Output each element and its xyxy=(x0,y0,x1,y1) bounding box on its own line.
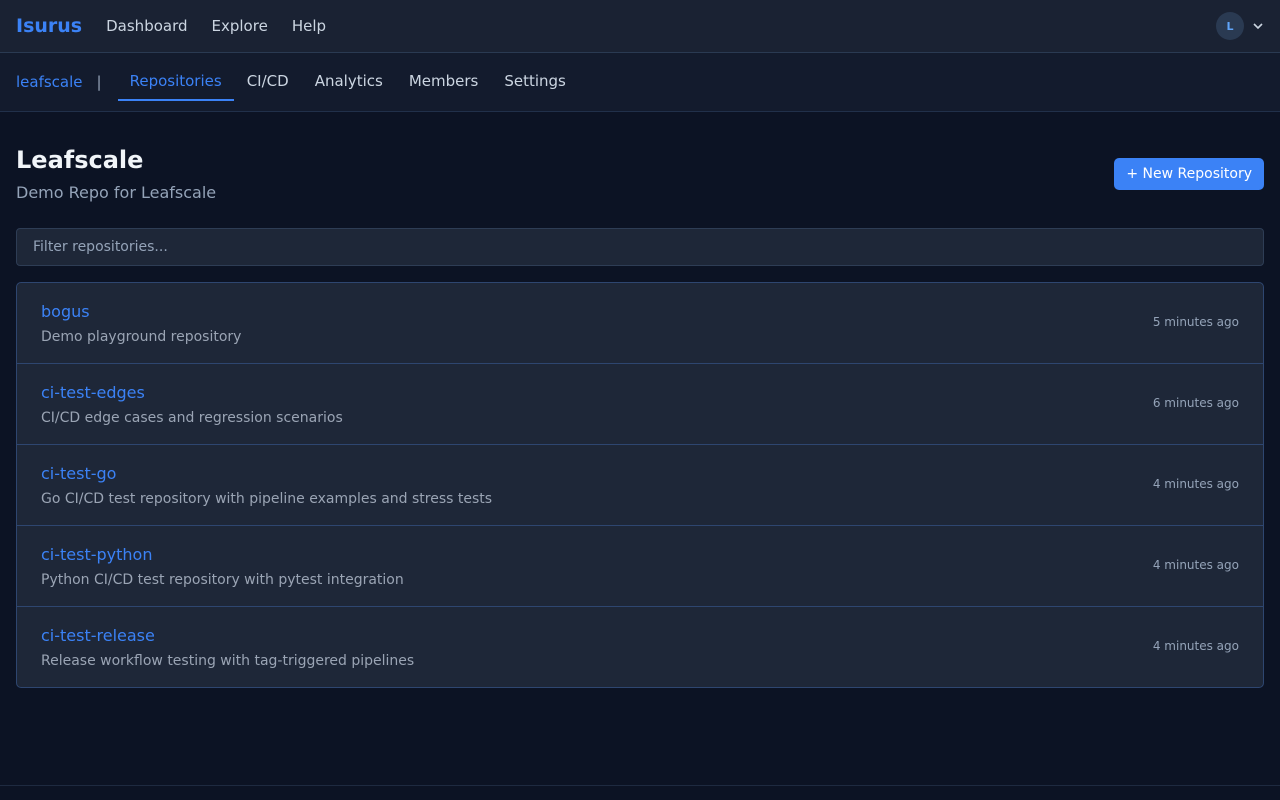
tab-repositories[interactable]: Repositories xyxy=(117,53,234,101)
page-subtitle: Demo Repo for Leafscale xyxy=(16,183,217,202)
repo-updated-time: 6 minutes ago xyxy=(1152,396,1239,410)
list-item[interactable]: ci-test-go Go CI/CD test repository with… xyxy=(17,445,1263,526)
repo-name-link[interactable]: bogus xyxy=(41,302,90,321)
list-item[interactable]: bogus Demo playground repository 5 minut… xyxy=(17,283,1263,364)
nav-explore[interactable]: Explore xyxy=(212,17,268,35)
tab-members[interactable]: Members xyxy=(396,53,492,101)
footer-divider xyxy=(0,785,1280,786)
filter-repositories-input[interactable] xyxy=(16,228,1264,266)
nav-help[interactable]: Help xyxy=(292,17,326,35)
new-repository-button[interactable]: + New Repository xyxy=(1114,158,1264,190)
tab-analytics[interactable]: Analytics xyxy=(302,53,396,101)
org-subnav: leafscale | Repositories CI/CD Analytics… xyxy=(0,53,1280,112)
breadcrumb-separator: | xyxy=(96,73,102,91)
list-item[interactable]: ci-test-edges CI/CD edge cases and regre… xyxy=(17,364,1263,445)
repo-name-link[interactable]: ci-test-edges xyxy=(41,383,145,402)
org-link[interactable]: leafscale xyxy=(16,53,83,111)
nav-dashboard[interactable]: Dashboard xyxy=(106,17,187,35)
repo-name-link[interactable]: ci-test-go xyxy=(41,464,116,483)
org-tabs: Repositories CI/CD Analytics Members Set… xyxy=(117,53,579,111)
tab-settings[interactable]: Settings xyxy=(491,53,579,101)
top-navbar: Isurus Dashboard Explore Help L xyxy=(0,0,1280,53)
repo-description: Release workflow testing with tag-trigge… xyxy=(41,653,415,669)
repo-description: Python CI/CD test repository with pytest… xyxy=(41,572,404,588)
repo-description: CI/CD edge cases and regression scenario… xyxy=(41,410,343,426)
repo-updated-time: 4 minutes ago xyxy=(1152,639,1239,653)
brand-logo[interactable]: Isurus xyxy=(16,15,82,37)
top-nav: Dashboard Explore Help xyxy=(106,17,326,35)
page-title: Leafscale xyxy=(16,146,144,174)
repo-name-link[interactable]: ci-test-python xyxy=(41,545,152,564)
repo-updated-time: 4 minutes ago xyxy=(1152,477,1239,491)
tab-cicd[interactable]: CI/CD xyxy=(234,53,302,101)
repository-list: bogus Demo playground repository 5 minut… xyxy=(16,282,1264,688)
repo-description: Demo playground repository xyxy=(41,329,242,345)
list-item[interactable]: ci-test-release Release workflow testing… xyxy=(17,607,1263,687)
repo-name-link[interactable]: ci-test-release xyxy=(41,626,155,645)
avatar: L xyxy=(1216,12,1244,40)
repo-updated-time: 4 minutes ago xyxy=(1152,558,1239,572)
list-item[interactable]: ci-test-python Python CI/CD test reposit… xyxy=(17,526,1263,607)
chevron-down-icon xyxy=(1252,20,1264,32)
repo-description: Go CI/CD test repository with pipeline e… xyxy=(41,491,493,507)
user-menu[interactable]: L xyxy=(1216,12,1264,40)
repo-updated-time: 5 minutes ago xyxy=(1152,315,1239,329)
